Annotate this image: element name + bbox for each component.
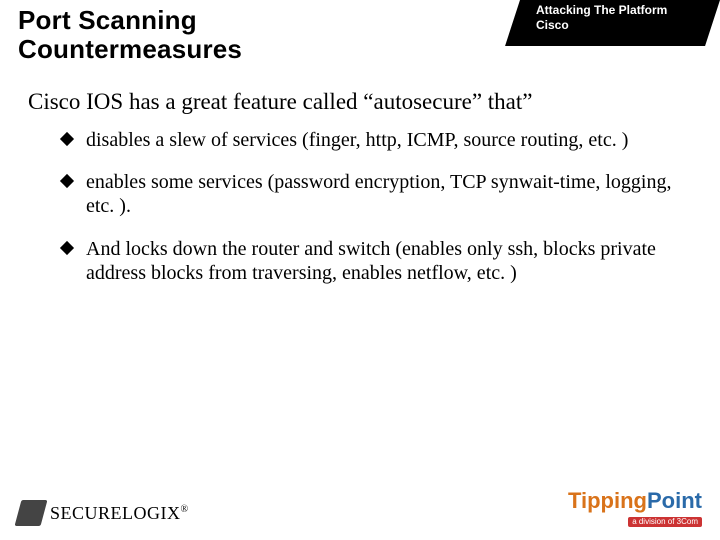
slide-footer: SECURELOGIX® TippingPoint a division of … (0, 480, 720, 540)
list-item: disables a slew of services (finger, htt… (62, 128, 696, 152)
list-item-text: enables some services (password encrypti… (86, 171, 671, 217)
slide-body: Cisco IOS has a great feature called “au… (28, 88, 696, 304)
lead-text: Cisco IOS has a great feature called “au… (28, 88, 696, 116)
point-word: Point (647, 488, 702, 513)
section-tab: Attacking The Platform Cisco (536, 3, 706, 33)
list-item: And locks down the router and switch (en… (62, 237, 696, 286)
registered-icon: ® (181, 504, 189, 515)
list-item: enables some services (password encrypti… (62, 170, 696, 219)
tippingpoint-tagline: a division of 3Com (628, 517, 702, 527)
section-tab-line-1: Attacking The Platform (536, 3, 667, 17)
securelogix-mark-icon (15, 500, 48, 526)
slide-header: Port Scanning Countermeasures Attacking … (0, 0, 720, 70)
securelogix-text: SECURELOGIX® (50, 503, 189, 524)
tippingpoint-text: TippingPoint (568, 490, 702, 512)
diamond-bullet-icon (60, 241, 74, 255)
list-item-text: disables a slew of services (finger, htt… (86, 129, 628, 151)
diamond-bullet-icon (60, 174, 74, 188)
list-item-text: And locks down the router and switch (en… (86, 238, 656, 284)
title-line-1: Port Scanning (18, 5, 197, 35)
slide: Port Scanning Countermeasures Attacking … (0, 0, 720, 540)
securelogix-logo: SECURELOGIX® (18, 500, 189, 526)
securelogix-name: SECURELOGIX (50, 503, 181, 523)
tippingpoint-logo: TippingPoint a division of 3Com (568, 490, 702, 528)
slide-title: Port Scanning Countermeasures (18, 6, 242, 64)
section-tab-line-2: Cisco (536, 18, 569, 32)
title-line-2: Countermeasures (18, 34, 242, 64)
tipping-word: Tipping (568, 488, 647, 513)
diamond-bullet-icon (60, 132, 74, 146)
bullet-list: disables a slew of services (finger, htt… (28, 128, 696, 286)
